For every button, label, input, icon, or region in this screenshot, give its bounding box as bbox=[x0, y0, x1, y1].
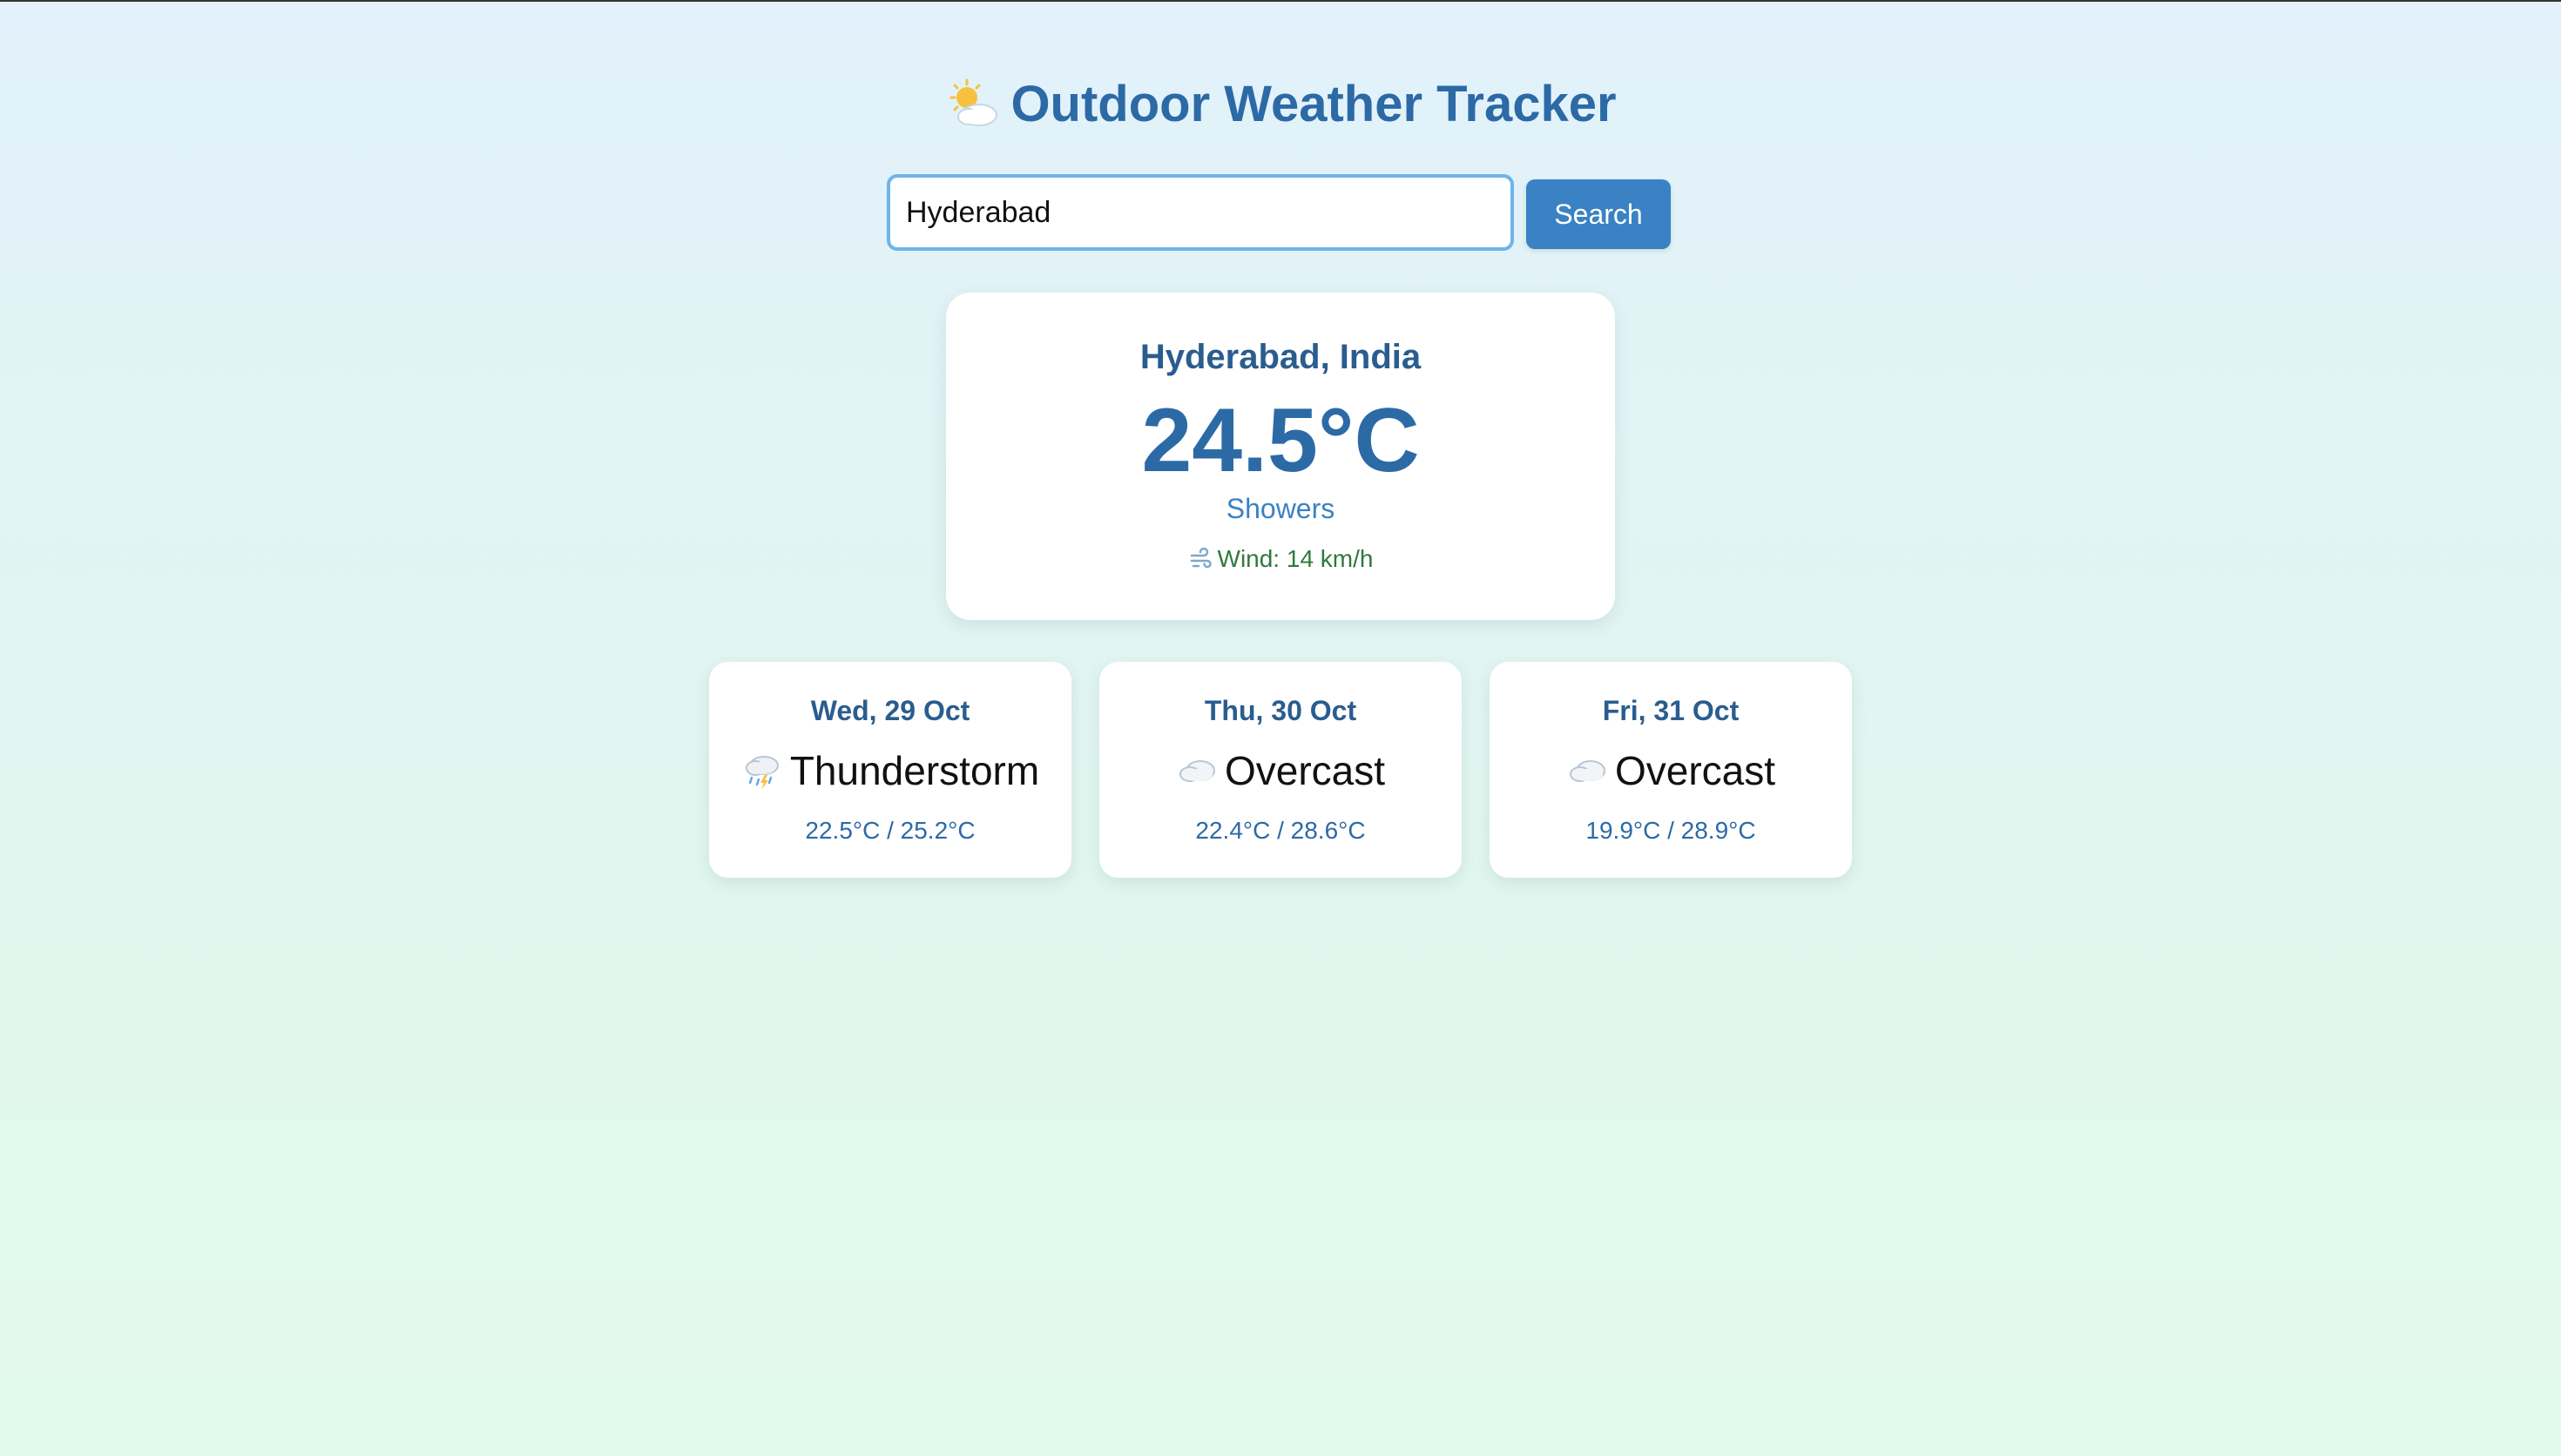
forecast-condition-text: Overcast bbox=[1614, 748, 1776, 793]
sun-behind-cloud-icon bbox=[944, 77, 1000, 132]
forecast-card: Wed, 29 Oct Thunderstorm 22.5°C / 25.2°C bbox=[709, 662, 1071, 878]
wind-icon bbox=[1188, 547, 1213, 571]
forecast-range: 22.5°C / 25.2°C bbox=[805, 817, 976, 844]
wind-text: Wind: 14 km/h bbox=[1217, 545, 1374, 572]
forecast-condition-text: Overcast bbox=[1224, 748, 1386, 793]
forecast-date: Wed, 29 Oct bbox=[810, 695, 970, 726]
current-wind: Wind: 14 km/h bbox=[946, 545, 1615, 573]
app-title-text: Outdoor Weather Tracker bbox=[1010, 76, 1617, 132]
thunderstorm-cloud-icon bbox=[741, 750, 783, 792]
forecast-card: Thu, 30 Oct Overcast 22.4°C / 28.6°C bbox=[1099, 662, 1462, 878]
forecast-condition: Thunderstorm bbox=[709, 747, 1071, 795]
forecast-date: Thu, 30 Oct bbox=[1204, 695, 1357, 726]
app-title: Outdoor Weather Tracker bbox=[0, 71, 2561, 138]
cloud-icon bbox=[1566, 750, 1608, 792]
current-condition: Showers bbox=[1226, 493, 1335, 524]
current-weather-card: Hyderabad, India 24.5°C Showers Wind: 14… bbox=[946, 293, 1615, 620]
forecast-card: Fri, 31 Oct Overcast 19.9°C / 28.9°C bbox=[1490, 662, 1852, 878]
search-button[interactable]: Search bbox=[1526, 179, 1671, 249]
forecast-condition-text: Thunderstorm bbox=[789, 748, 1040, 793]
current-temperature: 24.5°C bbox=[1141, 390, 1420, 491]
search-input[interactable] bbox=[887, 174, 1514, 251]
page: { "app": { "title": "Outdoor Weather Tra… bbox=[0, 0, 2561, 1456]
forecast-condition: Overcast bbox=[1099, 747, 1462, 795]
forecast-date: Fri, 31 Oct bbox=[1602, 695, 1740, 726]
forecast-range: 19.9°C / 28.9°C bbox=[1585, 817, 1756, 844]
search-bar: Search bbox=[887, 174, 1671, 253]
forecast-condition: Overcast bbox=[1490, 747, 1852, 795]
current-location: Hyderabad, India bbox=[1139, 338, 1422, 376]
forecast-range: 22.4°C / 28.6°C bbox=[1195, 817, 1366, 844]
cloud-icon bbox=[1176, 750, 1218, 792]
